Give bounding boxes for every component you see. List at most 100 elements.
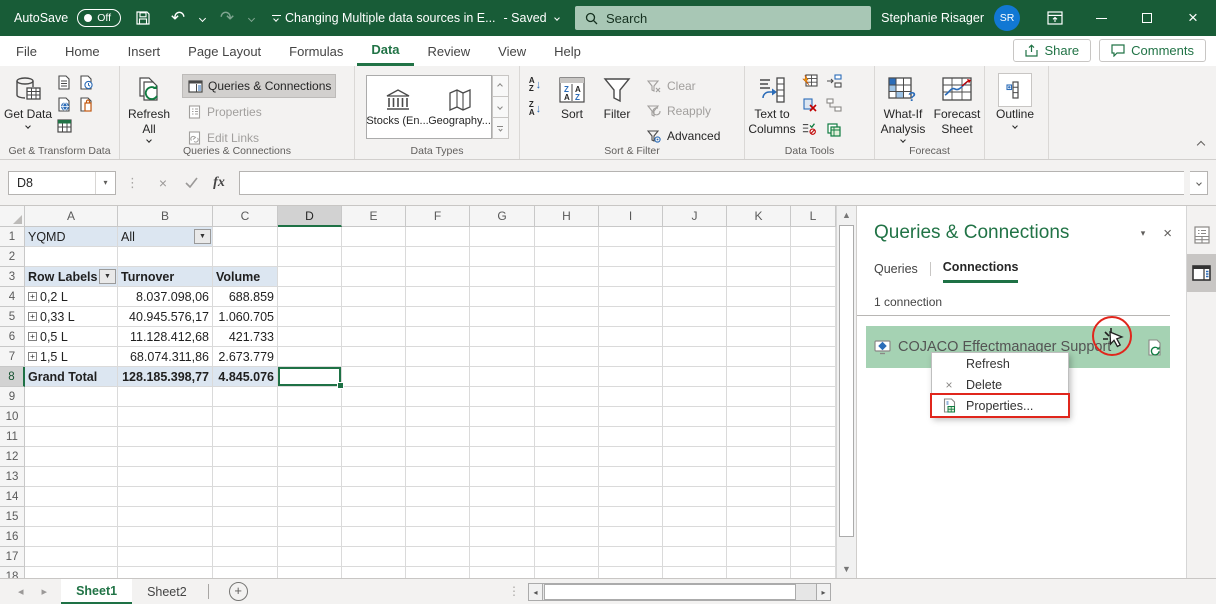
cell-J12[interactable] [663,447,727,467]
cell-E13[interactable] [342,467,406,487]
row-header-16[interactable]: 16 [0,527,25,547]
cell-E10[interactable] [342,407,406,427]
cell-D17[interactable] [278,547,342,567]
cell-J4[interactable] [663,287,727,307]
name-box[interactable]: D8 ▾ [8,171,116,195]
cell-A4[interactable]: +0,2 L [25,287,118,307]
cell-I15[interactable] [599,507,663,527]
cell-K8[interactable] [727,367,791,387]
cell-I14[interactable] [599,487,663,507]
cell-G8[interactable] [470,367,535,387]
geography-data-type[interactable]: Geography... [429,76,491,138]
new-sheet-button[interactable]: + [229,582,248,601]
cell-B4[interactable]: 8.037.098,06 [118,287,213,307]
cell-K7[interactable] [727,347,791,367]
cell-L4[interactable] [791,287,836,307]
cell-F16[interactable] [406,527,470,547]
cell-J15[interactable] [663,507,727,527]
outline-button[interactable]: Outline [985,69,1045,143]
cell-E6[interactable] [342,327,406,347]
column-header-D[interactable]: D [278,206,342,227]
cell-L8[interactable] [791,367,836,387]
cell-I4[interactable] [599,287,663,307]
cell-H16[interactable] [535,527,599,547]
sort-button[interactable]: ZAAZ Sort [552,69,592,143]
cell-H7[interactable] [535,347,599,367]
consolidate-icon[interactable] [826,73,842,89]
cell-H9[interactable] [535,387,599,407]
cell-A6[interactable]: +0,5 L [25,327,118,347]
pivot-fields-pane-icon[interactable] [1187,216,1216,254]
cell-J7[interactable] [663,347,727,367]
cell-G5[interactable] [470,307,535,327]
cell-C12[interactable] [213,447,278,467]
cell-C10[interactable] [213,407,278,427]
what-if-analysis-button[interactable]: ? What-If Analysis [875,69,931,143]
cell-C3[interactable]: Volume [213,267,278,287]
cell-K14[interactable] [727,487,791,507]
cell-L15[interactable] [791,507,836,527]
cell-C9[interactable] [213,387,278,407]
cell-I9[interactable] [599,387,663,407]
menu-item-properties[interactable]: Properties... [932,395,1068,416]
cell-I5[interactable] [599,307,663,327]
column-header-J[interactable]: J [663,206,727,227]
column-header-H[interactable]: H [535,206,599,227]
cell-H14[interactable] [535,487,599,507]
from-table-range-icon[interactable] [56,118,72,134]
cell-D15[interactable] [278,507,342,527]
scroll-up-icon[interactable]: ▲ [837,206,856,224]
column-header-L[interactable]: L [791,206,836,227]
row-header-2[interactable]: 2 [0,247,25,267]
formula-input[interactable] [239,171,1184,195]
collapse-ribbon-icon[interactable] [1198,136,1204,151]
cell-K16[interactable] [727,527,791,547]
horizontal-scrollbar[interactable]: ◂ ▸ [528,583,831,601]
cell-I12[interactable] [599,447,663,467]
cell-B18[interactable] [118,567,213,578]
sheet-tab-sheet1[interactable]: Sheet1 [61,579,132,604]
cell-L2[interactable] [791,247,836,267]
tab-help[interactable]: Help [540,36,595,66]
remove-duplicates-icon[interactable] [802,97,818,113]
autosave-toggle[interactable]: Off [77,9,121,27]
cell-L13[interactable] [791,467,836,487]
connection-refresh-icon[interactable] [1147,339,1162,356]
row-header-15[interactable]: 15 [0,507,25,527]
cell-C8[interactable]: 4.845.076 [213,367,278,387]
cell-I16[interactable] [599,527,663,547]
cell-H13[interactable] [535,467,599,487]
row-header-7[interactable]: 7 [0,347,25,367]
cell-B16[interactable] [118,527,213,547]
cell-J14[interactable] [663,487,727,507]
cell-I3[interactable] [599,267,663,287]
row-header-1[interactable]: 1 [0,227,25,247]
cell-L18[interactable] [791,567,836,578]
cell-H5[interactable] [535,307,599,327]
save-icon[interactable] [130,6,156,30]
cell-G10[interactable] [470,407,535,427]
row-header-17[interactable]: 17 [0,547,25,567]
cell-F8[interactable] [406,367,470,387]
cell-J9[interactable] [663,387,727,407]
cell-K4[interactable] [727,287,791,307]
horizontal-scroll-thumb[interactable] [544,584,796,600]
cell-G9[interactable] [470,387,535,407]
get-data-button[interactable]: Get Data [0,69,56,143]
cell-K3[interactable] [727,267,791,287]
cell-B3[interactable]: Turnover [118,267,213,287]
cell-C18[interactable] [213,567,278,578]
row-header-6[interactable]: 6 [0,327,25,347]
cell-G15[interactable] [470,507,535,527]
cell-B17[interactable] [118,547,213,567]
cell-L17[interactable] [791,547,836,567]
queries-connections-pane-icon[interactable] [1187,254,1216,292]
expand-icon[interactable]: + [28,332,37,341]
cell-F1[interactable] [406,227,470,247]
expand-icon[interactable]: + [28,292,37,301]
cell-C1[interactable] [213,227,278,247]
cell-E5[interactable] [342,307,406,327]
cell-B2[interactable] [118,247,213,267]
undo-chevron-icon[interactable] [199,14,206,21]
cell-J13[interactable] [663,467,727,487]
